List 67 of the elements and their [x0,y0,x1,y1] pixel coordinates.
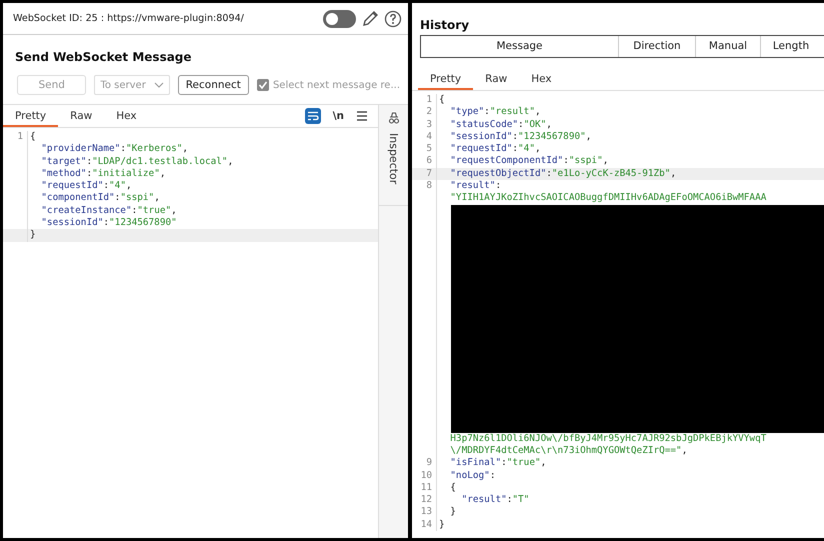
pencil-icon[interactable] [361,10,379,28]
code-line: "sessionId":"1234567890", [449,130,592,144]
line-number: 8 [426,180,432,192]
column-header[interactable]: Manual [696,36,761,57]
wrap-icon [306,111,319,121]
checkmark-icon [258,80,268,90]
line-number: 3 [426,118,432,130]
section-title: Send WebSocket Message [14,49,193,66]
code-line: "createInstance":"true", [40,204,177,218]
editor-tab[interactable]: Raw [473,68,520,90]
line-number: 6 [426,155,432,166]
editor-tab[interactable]: Raw [58,106,104,126]
line-number: 2 [426,106,432,118]
code-line: "result": [449,180,502,192]
line-number: 4 [426,130,432,142]
editor-tab[interactable]: Hex [104,106,149,126]
line-number: 9 [426,457,432,468]
code-line: "type":"result", [449,106,541,119]
editor-tab[interactable]: Hex [519,68,564,90]
editor-tab[interactable]: Pretty [3,106,58,126]
line-number: 5 [426,143,432,154]
code-line: { [438,94,445,106]
code-line: "requestId":"4", [449,143,541,156]
code-line: "statusCode":"OK", [449,118,552,131]
line-number: 11 [420,482,432,493]
line-number: 1 [17,131,23,142]
line-number: 13 [420,506,432,518]
code-line: { [29,131,36,144]
reconnect-button[interactable]: Reconnect [178,75,249,95]
spy-icon [388,111,400,125]
checkbox-label: Select next message re... [272,80,400,90]
help-icon[interactable] [384,10,402,28]
code-line: "componentId":"sspi", [40,192,160,205]
chevron-down-icon [154,82,164,88]
code-line: "isFinal":"true", [449,457,546,470]
code-line: "method":"initialize", [40,168,166,180]
code-line: "target":"LDAP/dc1.testlab.local", [40,156,234,168]
line-number: 7 [426,168,432,179]
code-line: "YIIH1AYJKoZIhvcSAOICAOBuggfDMIIHv6ADAgEFoOMCAO6iBwMFAAA [449,192,766,205]
code-line: "noLog": [449,470,496,482]
code-line: "requestObjectId":"e1Lo-yCcK-zB45-91Zb", [449,168,676,180]
websocket-id-label: WebSocket ID: 25 : https://vmware-plugin:8094/ [13,13,245,24]
code-line: "providerName":"Kerberos", [40,143,188,156]
column-header[interactable]: Length [761,36,821,57]
code-line: { [449,482,456,494]
newline-toggle[interactable]: \n [332,110,344,122]
code-line: H3p7Nz6l1DOli6NJOw\/bfByJ4Mr95yHc7AJR92sbJgDPkEBjkYVYwqT [449,432,766,445]
code-line: "result":"T" [460,494,530,506]
line-number: 12 [420,494,432,506]
toggle-switch[interactable] [323,10,356,28]
line-number: 10 [420,470,432,481]
code-line: } [449,506,456,519]
line-number: 1 [426,94,432,105]
code-line: "requestId":"4", [40,180,132,192]
column-header[interactable]: Message [421,36,619,57]
menu-icon[interactable] [356,111,368,121]
code-line: } [438,518,445,532]
code-line: "sessionId":"1234567890" [40,217,177,230]
code-line: "requestComponentId":"sspi", [449,155,608,168]
code-line: } [29,229,36,242]
code-line: \/MDRDYF4dtCeMAc\r\n73iOhmQYGOWtQeZIrQ==", [449,444,688,458]
word-wrap-toggle[interactable] [304,108,321,124]
line-number: 14 [420,518,432,530]
section-title: History [419,17,470,34]
editor-tab[interactable]: Pretty [418,68,474,90]
column-header[interactable]: Direction [619,36,696,57]
inspector-tab[interactable]: Inspector [379,105,408,206]
